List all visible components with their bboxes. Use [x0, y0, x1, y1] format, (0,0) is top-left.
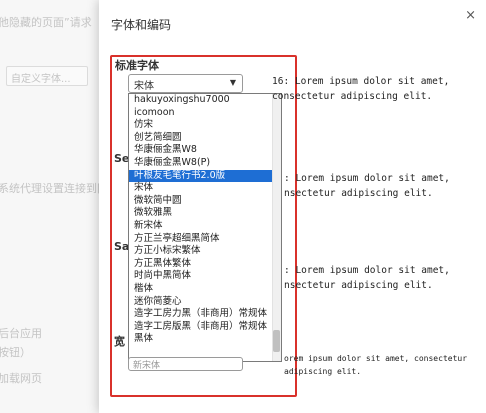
standard-font-preview: 16: Lorem ipsum dolor sit amet, consecte… — [272, 74, 449, 104]
fixed-width-font-select[interactable]: 新宋体 — [128, 357, 243, 371]
standard-preview-line-2: consectetur adipiscing elit. — [272, 91, 433, 102]
bg-text-button: 按钮） — [0, 346, 31, 359]
close-icon[interactable]: × — [465, 8, 476, 23]
font-option[interactable]: 黑体 — [129, 333, 281, 346]
fixed-width-font-label: 宽 — [114, 335, 125, 348]
font-option[interactable]: 楷体 — [129, 283, 281, 296]
serif-preview-line-1: : Lorem ipsum dolor sit amet, — [284, 173, 450, 184]
font-option[interactable]: icomoon — [129, 107, 281, 120]
fixed-preview-line-1: orem ipsum dolor sit amet, consectetur — [284, 354, 468, 363]
font-option[interactable]: 微软简中圆 — [129, 195, 281, 208]
sans-preview-line-1: : Lorem ipsum dolor sit amet, — [284, 265, 450, 276]
font-option[interactable]: 迷你简菱心 — [129, 296, 281, 309]
font-option[interactable]: 微软雅黑 — [129, 207, 281, 220]
font-dropdown-list[interactable]: hakuyoxingshu7000 icomoon 仿宋 创艺简细圆 华康俪金黑W8 华康… — [128, 93, 282, 362]
sans-font-preview: : Lorem ipsum dolor sit amet, nsectetur … — [284, 263, 450, 293]
font-option[interactable]: 仿宋 — [129, 119, 281, 132]
font-option[interactable]: 新宋体 — [129, 220, 281, 233]
font-option[interactable]: 造字工房版黑（非商用）常规体 — [129, 321, 281, 334]
font-option[interactable]: 华康俪金黑W8 — [129, 144, 281, 157]
dialog-title: 字体和编码 — [111, 18, 172, 32]
bg-custom-fonts-button: 自定义字体... — [6, 66, 88, 86]
font-option[interactable]: 方正小标宋繁体 — [129, 245, 281, 258]
sans-preview-line-2: nsectetur adipiscing elit. — [284, 280, 433, 291]
font-option[interactable]: 方正兰亭超细黑简体 — [129, 233, 281, 246]
fixed-font-preview: orem ipsum dolor sit amet, consectetur a… — [284, 352, 467, 378]
standard-font-label: 标准字体 — [115, 59, 159, 72]
chevron-down-icon: ▼ — [229, 78, 236, 87]
dropdown-scroll-thumb[interactable] — [273, 330, 280, 352]
bg-text-background-apps: 后台应用 — [0, 327, 42, 340]
bg-text-load-pages: 加载网页 — [0, 372, 42, 385]
bg-text-hidden-pages: 他隐藏的页面”请求 — [0, 16, 92, 29]
font-option[interactable]: 方正黑体繁体 — [129, 258, 281, 271]
font-option[interactable]: 时尚中黑简体 — [129, 270, 281, 283]
font-option[interactable]: 造字工房力黑（非商用）常规体 — [129, 308, 281, 321]
dropdown-scrollbar[interactable] — [272, 94, 281, 361]
bg-text-proxy: 系统代理设置连接到网 — [0, 182, 108, 195]
fixed-preview-line-2: adipiscing elit. — [284, 367, 362, 376]
serif-preview-line-2: nsectetur adipiscing elit. — [284, 188, 433, 199]
font-option[interactable]: 宋体 — [129, 182, 281, 195]
font-option[interactable]: 创艺简细圆 — [129, 132, 281, 145]
font-option[interactable]: hakuyoxingshu7000 — [129, 94, 281, 107]
font-option[interactable]: 叶根友毛笔行书2.0版 — [129, 169, 281, 183]
standard-font-select[interactable]: 宋体 ▼ — [128, 74, 243, 93]
standard-font-select-value: 宋体 — [134, 81, 154, 92]
serif-font-preview: : Lorem ipsum dolor sit amet, nsectetur … — [284, 171, 450, 201]
standard-preview-line-1: 16: Lorem ipsum dolor sit amet, — [272, 76, 450, 87]
font-option[interactable]: 华康俪金黑W8(P) — [129, 157, 281, 170]
